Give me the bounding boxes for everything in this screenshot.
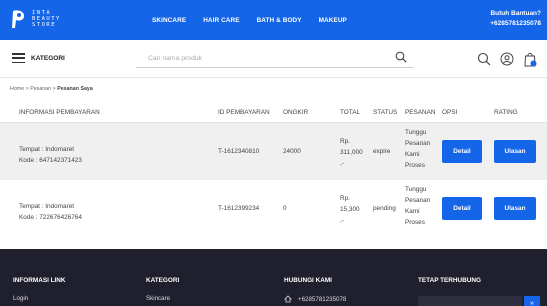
search-input[interactable] bbox=[136, 50, 414, 68]
footer-contact: HUBUNGI KAMI +6285781235078 bbox=[284, 277, 346, 303]
store-logo[interactable]: INTA BEAUTY STORE bbox=[10, 6, 70, 34]
payment-id: T-1612399234 bbox=[218, 205, 260, 212]
nav-item-skincare[interactable]: SKINCARE bbox=[152, 17, 186, 24]
order-total: Rp. 15,300 ,- bbox=[340, 193, 360, 226]
progress-line: Kami bbox=[405, 208, 420, 215]
breadcrumb-separator: > bbox=[25, 86, 29, 92]
breadcrumb: Home > Pesanan > Pesanan Saya bbox=[10, 86, 93, 92]
total-currency: Rp. bbox=[340, 138, 350, 145]
orders-table: INFORMASI PEMBAYARAN ID PEMBAYARAN ONGKI… bbox=[0, 101, 547, 237]
shipping-cost: 0 bbox=[283, 205, 287, 212]
review-button[interactable]: Ulasan bbox=[494, 197, 536, 220]
progress-line: Proses bbox=[405, 219, 425, 226]
order-status: expire bbox=[373, 148, 391, 155]
payment-place: Tempat : Indomaret bbox=[19, 146, 75, 153]
total-suffix: ,- bbox=[340, 217, 344, 224]
progress-line: Tunggu bbox=[405, 129, 427, 136]
nav-item-bath-body[interactable]: BATH & BODY bbox=[257, 17, 302, 24]
progress-line: Proses bbox=[405, 162, 425, 169]
help-title: Butuh Bantuan? bbox=[490, 10, 541, 17]
total-currency: Rp. bbox=[340, 195, 350, 202]
logo-mark-icon bbox=[12, 10, 25, 28]
total-suffix: ,- bbox=[340, 160, 344, 167]
logo-line: STORE bbox=[32, 22, 57, 28]
footer-login-link[interactable]: Login bbox=[13, 295, 66, 302]
breadcrumb-separator: > bbox=[52, 86, 56, 92]
header-informasi-pembayaran: INFORMASI PEMBAYARAN bbox=[19, 109, 100, 116]
table-header: INFORMASI PEMBAYARAN ID PEMBAYARAN ONGKI… bbox=[0, 101, 547, 123]
payment-code: Kode : 722676426764 bbox=[19, 214, 82, 221]
header-id-pembayaran: ID PEMBAYARAN bbox=[218, 109, 270, 116]
user-circle-icon[interactable] bbox=[500, 51, 514, 67]
breadcrumb-pesanan[interactable]: Pesanan bbox=[30, 86, 51, 92]
footer-kategori-title: KATEGORI bbox=[146, 277, 180, 284]
detail-button[interactable]: Detail bbox=[442, 140, 482, 163]
footer-skincare-link[interactable]: Skincare bbox=[146, 295, 179, 302]
total-amount: 311,000 bbox=[340, 149, 363, 156]
footer-info-title: INFORMASI LINK bbox=[13, 277, 66, 284]
progress-line: Pesanan bbox=[405, 197, 431, 204]
footer-categories: KATEGORI Skincare bbox=[146, 277, 179, 302]
footer-newsletter-title: TETAP TERHUBUNG bbox=[418, 277, 481, 284]
header-total: TOTAL bbox=[340, 109, 361, 116]
detail-button[interactable]: Detail bbox=[442, 197, 482, 220]
search-icon[interactable] bbox=[395, 51, 407, 63]
logo-text: INTA BEAUTY STORE bbox=[32, 10, 61, 28]
payment-info: Tempat : Indomaret Kode : 647142371423 bbox=[19, 144, 82, 166]
newsletter-submit-button[interactable]: » bbox=[524, 296, 540, 306]
progress-line: Kami bbox=[405, 151, 420, 158]
breadcrumb-current: Pesanan Saya bbox=[57, 86, 93, 92]
footer-info-links: INFORMASI LINK Login bbox=[13, 277, 66, 302]
header-opsi: OPSI bbox=[442, 109, 458, 116]
footer-phone[interactable]: +6285781235078 bbox=[284, 295, 346, 303]
table-row: Tempat : Indomaret Kode : 722676426764 T… bbox=[0, 180, 547, 237]
header-status: STATUS bbox=[373, 109, 398, 116]
payment-id: T-1612340810 bbox=[218, 148, 260, 155]
order-progress: Tunggu Pesanan Kami Proses bbox=[405, 127, 430, 171]
shopping-bag-icon[interactable] bbox=[523, 51, 537, 67]
newsletter-input[interactable] bbox=[418, 296, 522, 306]
payment-info: Tempat : Indomaret Kode : 722676426764 bbox=[19, 201, 82, 223]
order-total: Rp. 311,000 ,- bbox=[340, 136, 363, 169]
total-amount: 15,300 bbox=[340, 206, 360, 213]
order-progress: Tunggu Pesanan Kami Proses bbox=[405, 184, 430, 228]
main-nav: SKINCARE HAIR CARE BATH & BODY MAKEUP bbox=[152, 0, 364, 40]
help-contact[interactable]: Butuh Bantuan? +6285781235078 bbox=[490, 9, 541, 29]
help-phone: +6285781235078 bbox=[490, 20, 541, 27]
search-bar-row: KATEGORI bbox=[0, 40, 547, 78]
review-button[interactable]: Ulasan bbox=[494, 140, 536, 163]
nav-item-makeup[interactable]: MAKEUP bbox=[319, 17, 347, 24]
order-status: pending bbox=[373, 205, 396, 212]
footer-contact-title: HUBUNGI KAMI bbox=[284, 277, 332, 284]
header-actions bbox=[468, 49, 537, 69]
footer-newsletter: TETAP TERHUBUNG bbox=[418, 277, 481, 295]
footer-phone-number: +6285781235078 bbox=[298, 295, 347, 303]
progress-line: Pesanan bbox=[405, 140, 431, 147]
hamburger-icon[interactable] bbox=[12, 53, 25, 64]
table-row: Tempat : Indomaret Kode : 647142371423 T… bbox=[0, 123, 547, 180]
progress-line: Tunggu bbox=[405, 186, 427, 193]
phone-icon bbox=[284, 295, 292, 303]
payment-code: Kode : 647142371423 bbox=[19, 157, 82, 164]
top-bar: INTA BEAUTY STORE SKINCARE HAIR CARE BAT… bbox=[0, 0, 547, 40]
header-rating: RATING bbox=[494, 109, 518, 116]
header-ongkir: ONGKIR bbox=[283, 109, 309, 116]
search-icon[interactable] bbox=[477, 51, 491, 67]
payment-place: Tempat : Indomaret bbox=[19, 203, 75, 210]
breadcrumb-home[interactable]: Home bbox=[10, 86, 24, 92]
nav-item-hair-care[interactable]: HAIR CARE bbox=[203, 17, 239, 24]
header-pesanan: PESANAN bbox=[405, 109, 436, 116]
kategori-menu-label[interactable]: KATEGORI bbox=[31, 55, 65, 62]
shipping-cost: 24000 bbox=[283, 148, 301, 155]
